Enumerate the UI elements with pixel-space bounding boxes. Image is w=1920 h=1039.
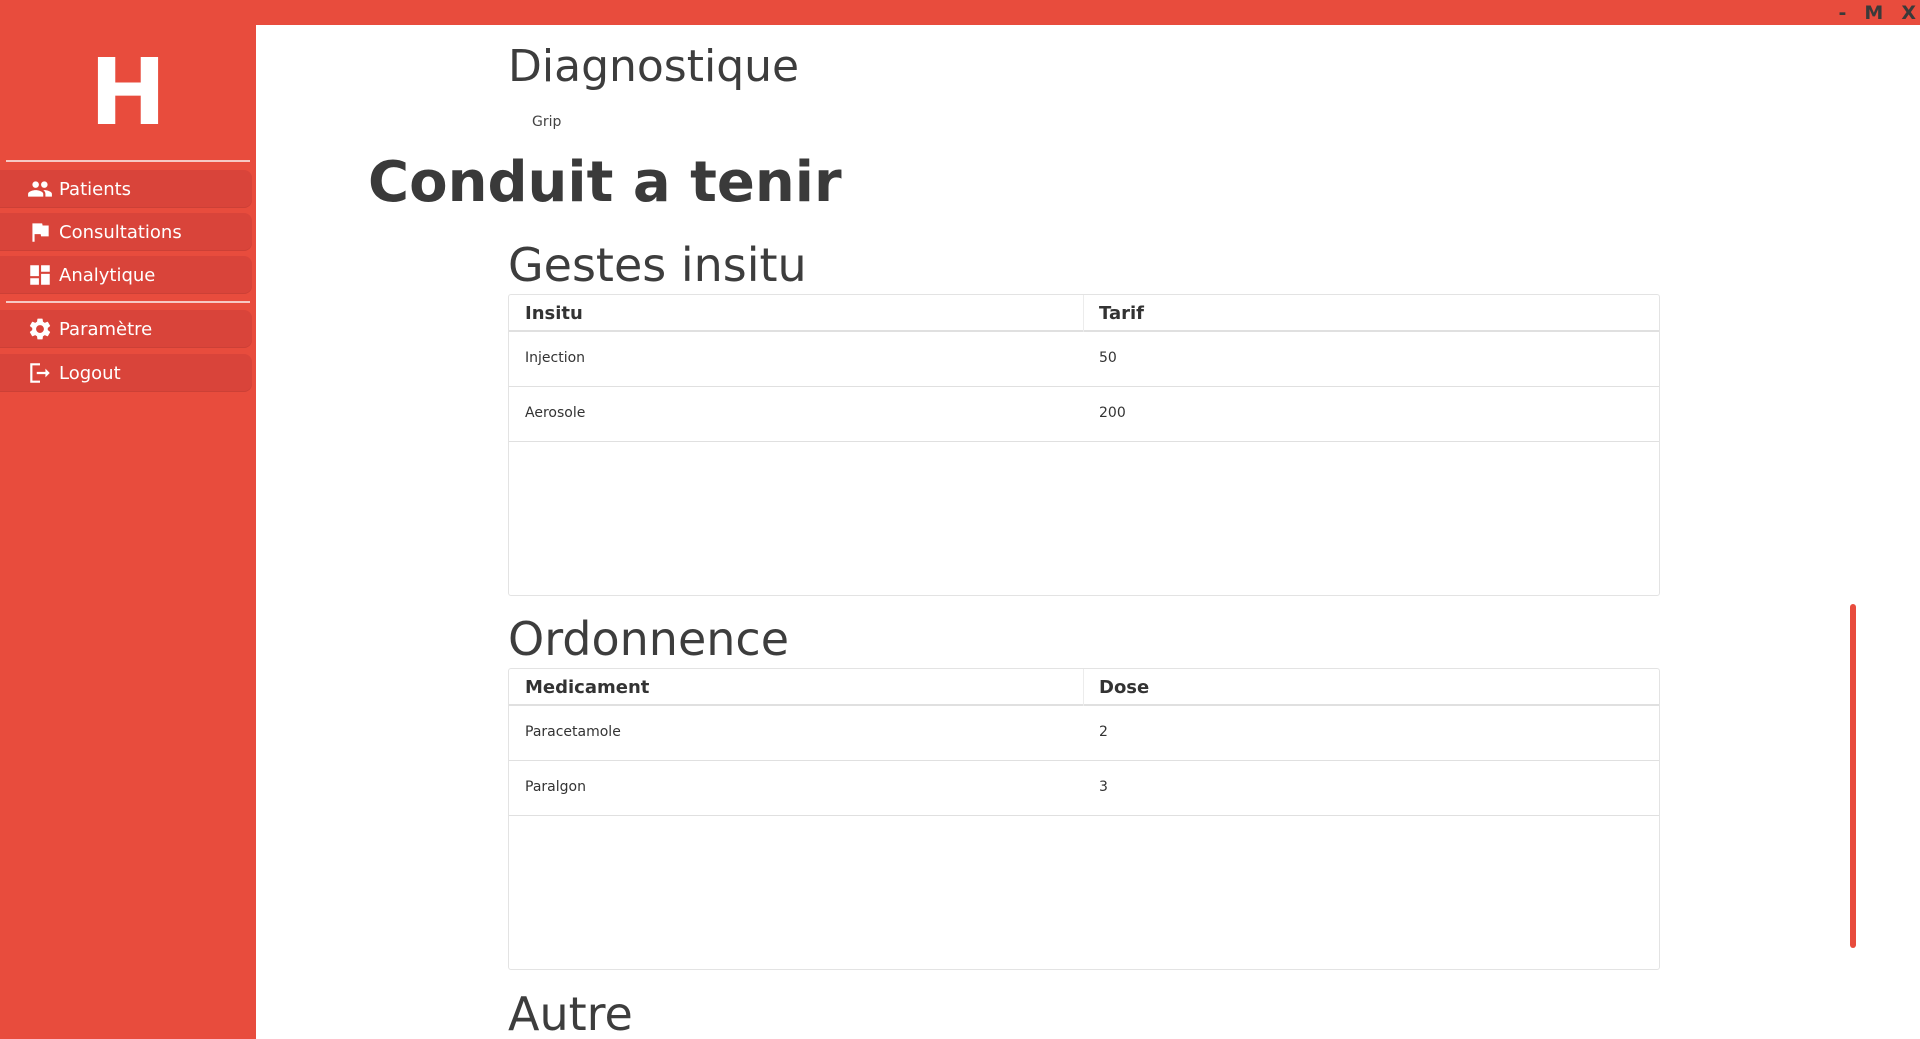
sidebar-item-label: Paramètre xyxy=(59,318,153,340)
table-header: Insitu Tarif xyxy=(509,295,1659,332)
diagnostique-title: Diagnostique xyxy=(508,41,800,92)
table-cell: Paracetamole xyxy=(525,724,621,740)
sidebar-item-label: Logout xyxy=(59,362,121,384)
autre-title: Autre xyxy=(508,987,633,1039)
app-logo: H xyxy=(89,39,167,146)
sidebar-item-logout[interactable]: Logout xyxy=(0,354,252,392)
table-cell: Paralgon xyxy=(525,779,586,795)
table-row[interactable]: Aerosole 200 xyxy=(509,387,1659,442)
window-controls: - M X xyxy=(1839,2,1916,24)
table-cell: Aerosole xyxy=(525,405,586,421)
sidebar-divider xyxy=(6,160,250,162)
maximize-button[interactable]: M xyxy=(1864,2,1883,24)
sidebar-item-parametre[interactable]: Paramètre xyxy=(0,310,252,348)
column-separator xyxy=(1083,669,1084,706)
ordonnence-table: Medicament Dose Paracetamole 2 Paralgon … xyxy=(508,668,1660,970)
conduit-title: Conduit a tenir xyxy=(368,150,842,215)
main-content: Diagnostique Grip Conduit a tenir Gestes… xyxy=(256,25,1920,1039)
column-header-dose[interactable]: Dose xyxy=(1099,677,1149,698)
logout-icon xyxy=(26,359,54,387)
table-cell: 2 xyxy=(1099,724,1108,740)
sidebar-item-label: Consultations xyxy=(59,221,182,243)
table-cell: 200 xyxy=(1099,405,1126,421)
column-header-insitu[interactable]: Insitu xyxy=(525,303,583,324)
table-header: Medicament Dose xyxy=(509,669,1659,706)
sidebar-item-label: Analytique xyxy=(59,264,156,286)
gear-icon xyxy=(26,315,54,343)
dashboard-icon xyxy=(26,261,54,289)
table-cell: Injection xyxy=(525,350,586,366)
table-cell: 3 xyxy=(1099,779,1108,795)
column-header-tarif[interactable]: Tarif xyxy=(1099,303,1144,324)
flag-icon xyxy=(26,218,54,246)
minimize-button[interactable]: - xyxy=(1839,2,1847,24)
table-row[interactable]: Paralgon 3 xyxy=(509,761,1659,816)
gestes-title: Gestes insitu xyxy=(508,238,807,292)
sidebar-divider xyxy=(6,301,250,303)
diagnostique-value: Grip xyxy=(532,114,562,130)
table-cell: 50 xyxy=(1099,350,1117,366)
scrollbar-thumb[interactable] xyxy=(1850,604,1856,948)
sidebar-item-label: Patients xyxy=(59,178,132,200)
sidebar-item-consultations[interactable]: Consultations xyxy=(0,213,252,251)
gestes-table: Insitu Tarif Injection 50 Aerosole 200 xyxy=(508,294,1660,596)
column-separator xyxy=(1083,295,1084,332)
sidebar: H Patients Consultations Analytique Para… xyxy=(0,25,256,1039)
sidebar-item-analytique[interactable]: Analytique xyxy=(0,256,252,294)
close-button[interactable]: X xyxy=(1901,2,1916,24)
table-row[interactable]: Injection 50 xyxy=(509,332,1659,387)
table-row[interactable]: Paracetamole 2 xyxy=(509,706,1659,761)
title-bar: - M X xyxy=(0,0,1920,25)
sidebar-item-patients[interactable]: Patients xyxy=(0,170,252,208)
ordonnence-title: Ordonnence xyxy=(508,612,790,666)
people-icon xyxy=(26,175,54,203)
column-header-medicament[interactable]: Medicament xyxy=(525,677,649,698)
